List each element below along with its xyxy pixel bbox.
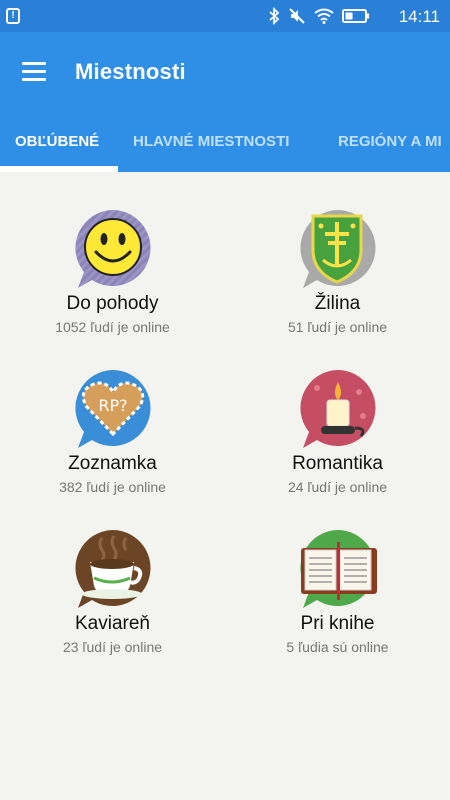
room-zilina[interactable]: Žilina 51 ľudí je online: [225, 172, 450, 335]
room-name: Žilina: [314, 293, 361, 314]
room-romantika[interactable]: Romantika 24 ľudí je online: [225, 332, 450, 495]
status-icons: [268, 6, 370, 26]
battery-icon: [342, 9, 369, 23]
zilina-coat-of-arms-icon: [300, 210, 376, 288]
tab-main-rooms[interactable]: HLAVNÉ MIESTNOSTI: [133, 112, 289, 172]
alert-icon: !: [6, 8, 20, 24]
room-name: Zoznamka: [68, 453, 157, 474]
room-online-count: 23 ľudí je online: [62, 639, 163, 655]
app-bar: Miestnosti: [0, 32, 450, 112]
room-kaviaren[interactable]: Kaviareň 23 ľudí je online: [0, 492, 225, 655]
tab-regions[interactable]: REGIÓNY A MI: [338, 112, 442, 172]
bluetooth-icon: [269, 7, 280, 25]
candle-icon: [300, 370, 376, 448]
room-online-count: 5 ľudia sú online: [286, 639, 389, 655]
status-bar: ! 14:11: [0, 0, 450, 32]
room-do-pohody[interactable]: Do pohody 1052 ľudí je online: [0, 172, 225, 335]
page-title: Miestnosti: [75, 59, 186, 84]
coffee-cup-icon: [75, 530, 151, 608]
svg-text:RP?: RP?: [98, 396, 127, 415]
mute-icon: [289, 8, 305, 24]
open-book-icon: [300, 530, 377, 608]
room-name: Kaviareň: [75, 613, 150, 634]
room-pri-knihe[interactable]: Pri knihe 5 ľudia sú online: [225, 492, 450, 655]
wifi-icon: [314, 8, 334, 24]
room-name: Romantika: [292, 453, 383, 474]
tab-bar: OBĽÚBENÉ HLAVNÉ MIESTNOSTI REGIÓNY A MI: [0, 112, 450, 172]
room-name: Do pohody: [66, 293, 159, 314]
menu-icon[interactable]: [22, 62, 46, 82]
status-time: 14:11: [398, 7, 440, 26]
heart-cookie-icon: RP?: [75, 370, 151, 448]
room-name: Pri knihe: [300, 613, 375, 634]
tab-favorites[interactable]: OBĽÚBENÉ: [15, 112, 99, 172]
smiley-icon: [75, 210, 151, 288]
room-zoznamka[interactable]: RP? Zoznamka 382 ľudí je online: [0, 332, 225, 495]
